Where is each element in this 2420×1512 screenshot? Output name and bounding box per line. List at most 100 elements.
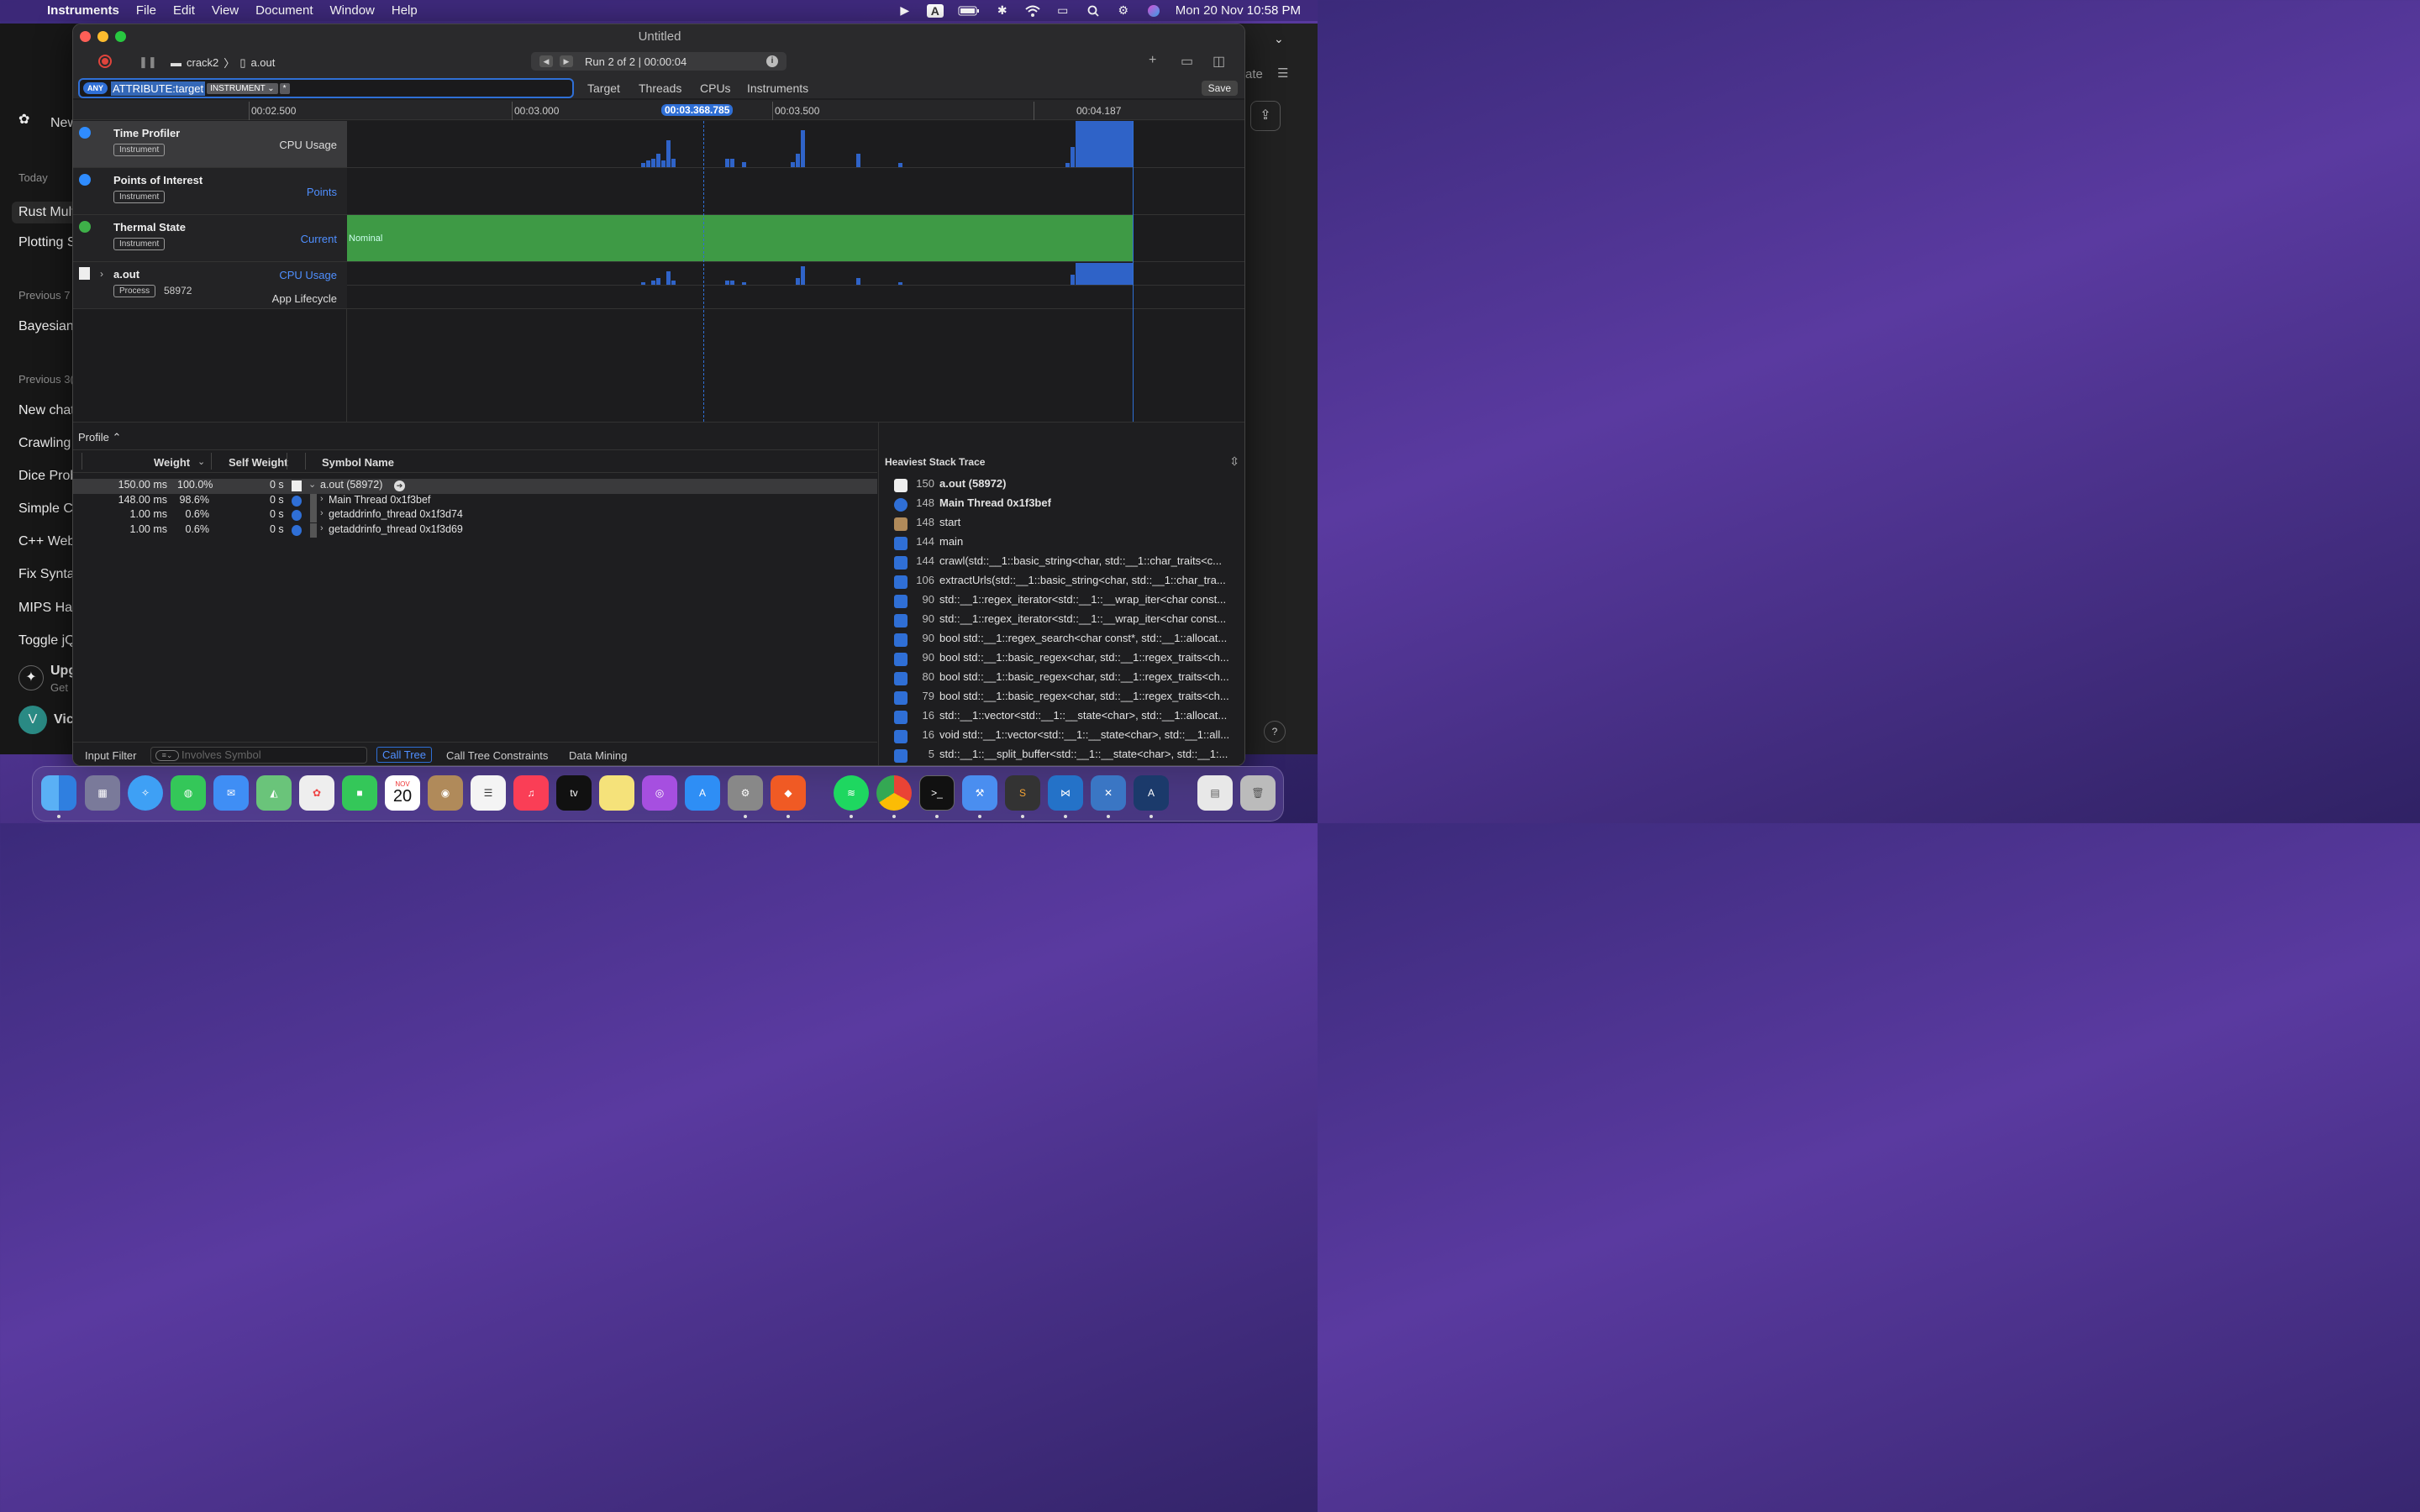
- wifi-icon[interactable]: [1024, 4, 1041, 18]
- info-icon[interactable]: i: [766, 55, 778, 67]
- tab-call-tree[interactable]: Call Tree: [376, 747, 433, 763]
- stack-frame-row[interactable]: 144 main: [879, 535, 1244, 554]
- vscode-icon[interactable]: ⋈: [1048, 775, 1083, 811]
- menu-view[interactable]: View: [212, 3, 239, 18]
- mail-icon[interactable]: ✉: [213, 775, 249, 811]
- siri-icon[interactable]: [1145, 4, 1162, 18]
- podcasts-icon[interactable]: ◎: [642, 775, 677, 811]
- thermal-graph[interactable]: Nominal: [347, 215, 1244, 262]
- track-time-profiler[interactable]: Time Profiler Instrument CPU Usage: [73, 121, 347, 168]
- filter-wildcard[interactable]: *: [279, 82, 290, 94]
- screen-mirroring-icon[interactable]: ▭: [1055, 3, 1071, 18]
- chat-item[interactable]: Plotting S: [18, 235, 76, 250]
- sublime-text-icon[interactable]: S: [1005, 775, 1040, 811]
- points-graph[interactable]: [347, 168, 1244, 215]
- call-tree[interactable]: 150.00 ms 100.0% 0 s ⌄ a.out (58972) ➔ 1…: [73, 479, 877, 538]
- tab-data-mining[interactable]: Data Mining: [569, 749, 627, 762]
- trash-icon[interactable]: 🗑: [1240, 775, 1276, 811]
- apple-tv-icon[interactable]: tv: [556, 775, 592, 811]
- chevron-down-icon[interactable]: ⌄: [1274, 32, 1284, 46]
- menu-file[interactable]: File: [136, 3, 156, 18]
- stack-frame-row[interactable]: 148 start: [879, 516, 1244, 535]
- app-lifecycle-graph[interactable]: [347, 286, 1244, 309]
- timeline-ruler[interactable]: 00:02.500 00:03.000 00:03.500 00:04.187 …: [73, 100, 1244, 120]
- stack-frame-row[interactable]: 80 bool std::__1::basic_regex<char, std::…: [879, 670, 1244, 690]
- next-run-button[interactable]: ▶: [560, 55, 573, 67]
- expand-collapse-icon[interactable]: ⇳: [1229, 454, 1239, 469]
- disclosure-chevron-icon[interactable]: ›: [320, 494, 324, 504]
- pause-button[interactable]: ❚❚: [139, 55, 157, 69]
- battery-icon[interactable]: [957, 4, 981, 18]
- filter-chip[interactable]: INSTRUMENT ⌄: [207, 82, 278, 94]
- menu-document[interactable]: Document: [255, 3, 313, 18]
- chat-item[interactable]: Dice Prob: [18, 469, 77, 484]
- finder-icon[interactable]: [41, 775, 76, 811]
- menu-app-name[interactable]: Instruments: [47, 3, 119, 18]
- crumb-target[interactable]: crack2: [187, 56, 218, 69]
- table-row[interactable]: 1.00 ms 0.6% 0 s › getaddrinfo_thread 0x…: [73, 522, 877, 538]
- playhead-time[interactable]: 00:03.368.785: [661, 104, 734, 116]
- music-icon[interactable]: ♫: [513, 775, 549, 811]
- avatar[interactable]: V: [18, 706, 47, 734]
- menu-window[interactable]: Window: [330, 3, 375, 18]
- stack-frame-row[interactable]: 5 std::__1::__split_buffer<std::__1::__st…: [879, 748, 1244, 765]
- documents-folder-icon[interactable]: ▤: [1197, 775, 1233, 811]
- stack-frame-row[interactable]: 90 bool std::__1::basic_regex<char, std::…: [879, 651, 1244, 670]
- previous-run-button[interactable]: ◀: [539, 55, 553, 67]
- reminders-icon[interactable]: ☰: [471, 775, 506, 811]
- bluetooth-icon[interactable]: ✱: [994, 3, 1011, 18]
- facetime-icon[interactable]: ■: [342, 775, 377, 811]
- user-name[interactable]: Vic: [54, 712, 74, 727]
- stack-frame-row[interactable]: 16 std::__1::vector<std::__1::__state<cha…: [879, 709, 1244, 728]
- disclosure-chevron-icon[interactable]: ›: [320, 523, 324, 533]
- involves-symbol-field[interactable]: Involves Symbol: [150, 747, 367, 764]
- filter-icon[interactable]: ≡⌄: [155, 750, 179, 761]
- inspector-toggle-icon[interactable]: ◫: [1213, 53, 1225, 70]
- stack-frame-row[interactable]: 90 std::__1::regex_iterator<std::__1::__w…: [879, 612, 1244, 632]
- contacts-icon[interactable]: ◉: [428, 775, 463, 811]
- record-button[interactable]: [98, 55, 112, 68]
- save-button[interactable]: Save: [1201, 81, 1238, 96]
- screen-record-icon[interactable]: ▶: [897, 3, 913, 18]
- chat-item[interactable]: Bayesian: [18, 319, 74, 334]
- update-button[interactable]: ate: [1245, 67, 1263, 81]
- chat-item[interactable]: C++ Web: [18, 534, 75, 549]
- menu-edit[interactable]: Edit: [173, 3, 195, 18]
- track-filter-field[interactable]: ANY ATTRIBUTE:target INSTRUMENT ⌄ *: [78, 78, 574, 98]
- crumb-file[interactable]: a.out: [250, 56, 275, 69]
- bottom-panel-toggle-icon[interactable]: ▭: [1181, 53, 1193, 70]
- help-icon[interactable]: ?: [1264, 721, 1286, 743]
- input-source-icon[interactable]: A: [926, 3, 944, 18]
- stack-frame-row[interactable]: 150 a.out (58972): [879, 477, 1244, 496]
- table-row[interactable]: 150.00 ms 100.0% 0 s ⌄ a.out (58972) ➔: [73, 479, 877, 494]
- stack-frame-row[interactable]: 144 crawl(std::__1::basic_string<char, st…: [879, 554, 1244, 574]
- chat-item[interactable]: Crawling: [18, 436, 71, 451]
- menu-help[interactable]: Help: [392, 3, 418, 18]
- track-thermal-state[interactable]: Thermal State Instrument Current: [73, 215, 347, 262]
- graph-selector[interactable]: CPU Usage: [279, 269, 337, 281]
- stack-frame-row[interactable]: 90 std::__1::regex_iterator<std::__1::__w…: [879, 593, 1244, 612]
- scope-target[interactable]: Target: [587, 81, 620, 95]
- stack-frame-row[interactable]: 90 bool std::__1::regex_search<char const…: [879, 632, 1244, 651]
- tab-call-tree-constraints[interactable]: Call Tree Constraints: [446, 749, 548, 762]
- share-icon[interactable]: ⇪: [1250, 101, 1281, 131]
- terminal-icon[interactable]: >_: [919, 775, 955, 811]
- sort-chevron-icon[interactable]: ⌄: [197, 456, 205, 467]
- spotlight-search-icon[interactable]: [1085, 4, 1102, 18]
- scope-threads[interactable]: Threads: [639, 81, 681, 95]
- app-store-icon[interactable]: A: [685, 775, 720, 811]
- control-center-icon[interactable]: ⚙: [1115, 3, 1132, 18]
- system-settings-icon[interactable]: ⚙: [728, 775, 763, 811]
- add-instrument-icon[interactable]: +: [1149, 53, 1156, 68]
- disclosure-chevron-icon[interactable]: ›: [320, 508, 324, 518]
- xcode-icon[interactable]: ⚒: [962, 775, 997, 811]
- go-arrow-icon[interactable]: ➔: [394, 480, 405, 491]
- safari-icon[interactable]: ✧: [128, 775, 163, 811]
- filter-scope-pill[interactable]: ANY: [83, 82, 108, 94]
- cpu-usage-graph[interactable]: [347, 121, 1244, 168]
- utility-icon[interactable]: ✕: [1091, 775, 1126, 811]
- track-process[interactable]: › a.out Process 58972 CPU Usage App Life…: [73, 262, 347, 309]
- messages-icon[interactable]: ◍: [171, 775, 206, 811]
- menubar-clock[interactable]: Mon 20 Nov 10:58 PM: [1176, 3, 1301, 18]
- graph-selector[interactable]: Points: [307, 186, 337, 198]
